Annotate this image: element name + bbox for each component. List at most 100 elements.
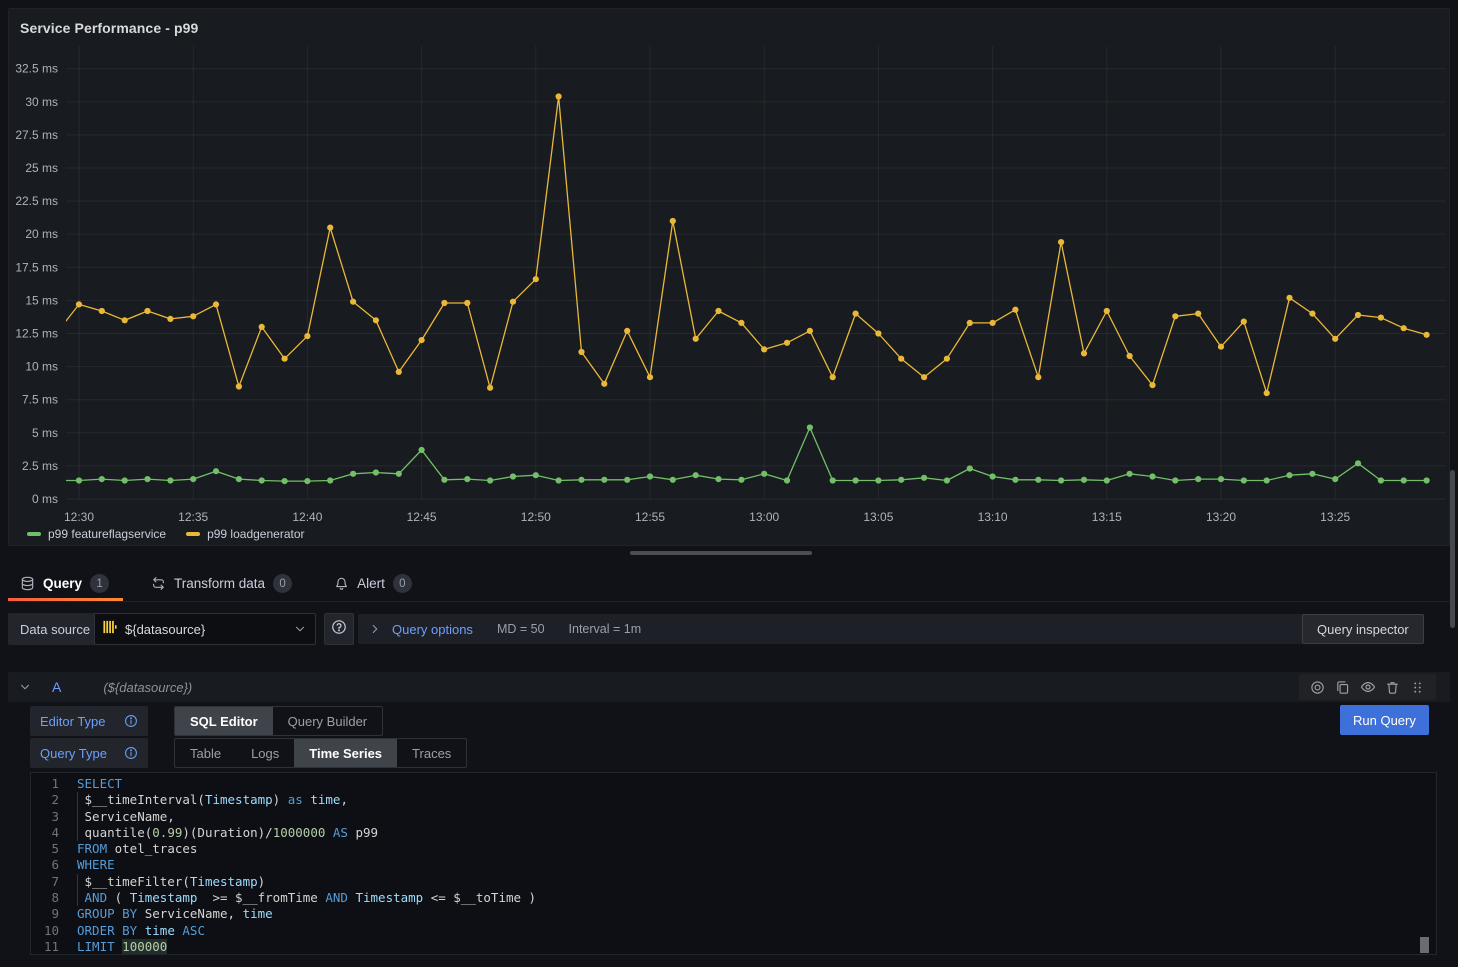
svg-text:12:40: 12:40 (292, 510, 322, 524)
svg-text:12:55: 12:55 (635, 510, 665, 524)
legend-item-p99-loadgenerator[interactable]: p99 loadgenerator (186, 527, 304, 541)
query-header[interactable]: A (${datasource}) (8, 672, 1450, 702)
line-content: quantile(0.99)(Duration)/1000000 AS p99 (77, 825, 378, 841)
tab-transform-data[interactable]: Transform data 0 (139, 566, 306, 601)
datasource-picker-value: ${datasource} (125, 622, 285, 637)
line-number: 7 (31, 874, 59, 890)
tab-count-badge: 0 (273, 574, 292, 593)
query-actions-toolbar (1299, 674, 1436, 700)
datasource-picker[interactable]: ${datasource} (94, 613, 316, 645)
editor-type-option-sql-editor[interactable]: SQL Editor (175, 707, 273, 735)
vertical-scrollbar[interactable] (1450, 470, 1455, 628)
svg-text:12.5 ms: 12.5 ms (15, 327, 58, 341)
svg-text:13:20: 13:20 (1206, 510, 1236, 524)
query-options-strip[interactable]: Query options MD = 50 Interval = 1m (358, 614, 1304, 644)
tab-query[interactable]: Query 1 (8, 566, 123, 601)
timeseries-panel: Service Performance - p99 0 ms2.5 ms5 ms… (8, 8, 1450, 546)
drag-handle-icon[interactable] (1405, 674, 1430, 700)
editor-type-option-query-builder[interactable]: Query Builder (273, 707, 382, 735)
svg-text:25 ms: 25 ms (25, 161, 58, 175)
svg-text:13:00: 13:00 (749, 510, 779, 524)
database-icon (20, 576, 35, 591)
sql-code-editor[interactable]: 1 SELECT2 $__timeInterval(Timestamp) as t… (30, 772, 1437, 955)
svg-text:15 ms: 15 ms (25, 293, 58, 307)
sql-line-2: 2 $__timeInterval(Timestamp) as time, (31, 792, 1436, 808)
collapse-chevron-icon[interactable] (18, 680, 32, 694)
svg-text:13:25: 13:25 (1320, 510, 1350, 524)
query-type-option-traces[interactable]: Traces (397, 739, 466, 767)
remove-query-icon[interactable] (1380, 674, 1405, 700)
svg-text:27.5 ms: 27.5 ms (15, 128, 58, 142)
line-content: FROM otel_traces (77, 841, 197, 857)
line-content: WHERE (77, 857, 115, 873)
svg-text:13:15: 13:15 (1092, 510, 1122, 524)
query-options-link[interactable]: Query options (392, 622, 473, 637)
legend-swatch (186, 532, 200, 536)
sql-line-1: 1 SELECT (31, 776, 1436, 792)
sql-line-6: 6 WHERE (31, 857, 1436, 873)
query-type-label: Query Type (40, 746, 107, 761)
line-number: 1 (31, 776, 59, 792)
info-circle-icon[interactable] (124, 714, 138, 728)
datasource-row: Data source ${datasource} Query options … (8, 613, 1450, 645)
legend-label: p99 loadgenerator (207, 527, 304, 541)
line-number: 2 (31, 792, 59, 808)
query-type-row: Query Type TableLogsTime SeriesTraces (30, 738, 148, 768)
transform-icon (151, 576, 166, 591)
bell-icon (334, 576, 349, 591)
horizontal-scrollbar[interactable] (630, 551, 812, 555)
tab-count-badge: 0 (393, 574, 412, 593)
line-number: 6 (31, 857, 59, 873)
query-inspector-button[interactable]: Query inspector (1302, 614, 1424, 644)
query-type-option-time-series[interactable]: Time Series (294, 739, 397, 767)
line-content: $__timeFilter(Timestamp) (77, 874, 265, 890)
line-content: SELECT (77, 776, 122, 792)
line-number: 3 (31, 809, 59, 825)
run-query-button[interactable]: Run Query (1340, 705, 1429, 735)
svg-text:12:35: 12:35 (178, 510, 208, 524)
sql-line-11: 11LIMIT 100000 (31, 939, 1436, 955)
tab-alert[interactable]: Alert 0 (322, 566, 426, 601)
line-number: 9 (31, 906, 59, 922)
svg-text:10 ms: 10 ms (25, 360, 58, 374)
grafana-panel-edit-page: Service Performance - p99 0 ms2.5 ms5 ms… (0, 0, 1458, 967)
clickhouse-logo-icon (103, 620, 117, 639)
svg-text:17.5 ms: 17.5 ms (15, 260, 58, 274)
query-datasource-hint: (${datasource}) (103, 680, 192, 695)
duplicate-query-icon[interactable] (1330, 674, 1355, 700)
tab-label: Query (43, 576, 82, 591)
line-content: ORDER BY time ASC (77, 923, 205, 939)
sql-line-7: 7 $__timeFilter(Timestamp) (31, 874, 1436, 890)
query-options-interval: Interval = 1m (569, 622, 642, 636)
svg-text:13:10: 13:10 (978, 510, 1008, 524)
editor-type-label: Editor Type (40, 714, 106, 729)
chart-legend: p99 featureflagservice p99 loadgenerator (27, 527, 305, 541)
svg-text:22.5 ms: 22.5 ms (15, 194, 58, 208)
toggle-visibility-icon[interactable] (1355, 674, 1380, 700)
sql-line-10: 10ORDER BY time ASC (31, 923, 1436, 939)
legend-label: p99 featureflagservice (48, 527, 166, 541)
svg-text:2.5 ms: 2.5 ms (22, 459, 58, 473)
overview-ruler-selection-marker (1420, 937, 1429, 953)
timeseries-chart[interactable]: 0 ms2.5 ms5 ms7.5 ms10 ms12.5 ms15 ms17.… (9, 9, 1449, 539)
query-ref-id[interactable]: A (52, 679, 61, 695)
help-circle-icon (331, 619, 347, 640)
line-content: GROUP BY ServiceName, time (77, 906, 273, 922)
query-type-segmented: TableLogsTime SeriesTraces (174, 738, 467, 768)
legend-item-p99-featureflagservice[interactable]: p99 featureflagservice (27, 527, 166, 541)
disable-query-icon[interactable] (1305, 674, 1330, 700)
line-number: 5 (31, 841, 59, 857)
query-type-option-table[interactable]: Table (175, 739, 236, 767)
sql-line-4: 4 quantile(0.99)(Duration)/1000000 AS p9… (31, 825, 1436, 841)
datasource-help-button[interactable] (324, 613, 354, 645)
tab-label: Transform data (174, 576, 265, 591)
legend-swatch (27, 532, 41, 536)
tab-count-badge: 1 (90, 574, 109, 593)
sql-line-9: 9 GROUP BY ServiceName, time (31, 906, 1436, 922)
query-type-option-logs[interactable]: Logs (236, 739, 294, 767)
info-circle-icon[interactable] (124, 746, 138, 760)
tab-label: Alert (357, 576, 385, 591)
sql-line-3: 3 ServiceName, (31, 809, 1436, 825)
editor-type-label-chip: Editor Type (30, 706, 148, 736)
line-number: 8 (31, 890, 59, 906)
